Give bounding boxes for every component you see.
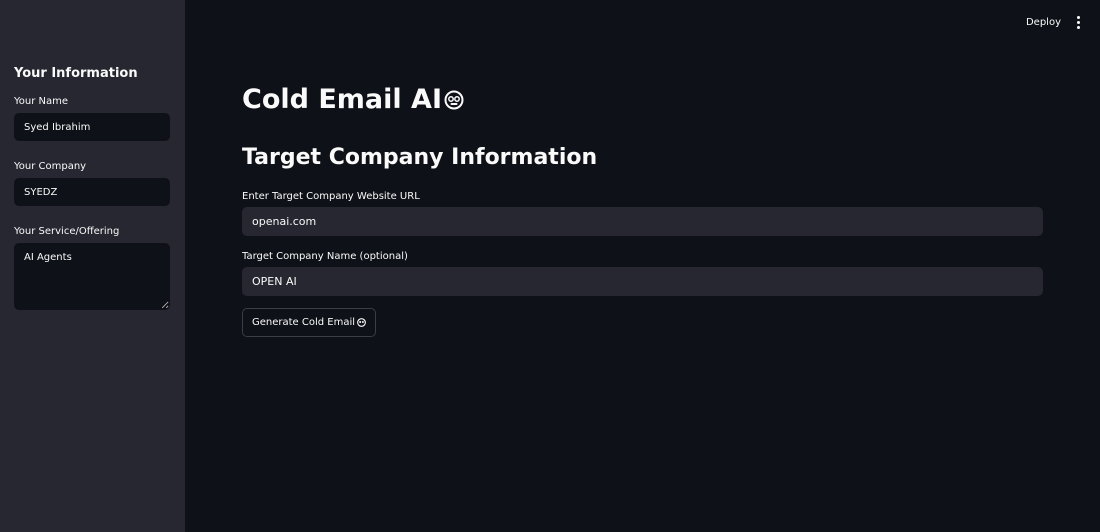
target-url-input[interactable] [242, 207, 1043, 236]
target-url-label: Enter Target Company Website URL [242, 191, 420, 202]
your-company-input[interactable] [14, 178, 170, 206]
section-title: Target Company Information [242, 145, 598, 170]
robot-icon [444, 90, 464, 109]
your-company-label: Your Company [14, 161, 87, 172]
your-service-label: Your Service/Offering [14, 226, 120, 237]
your-service-textarea[interactable]: AI Agents [14, 243, 170, 310]
generate-button-label: Generate Cold Email [252, 317, 356, 328]
generate-cold-email-button[interactable]: Generate Cold Email [242, 308, 377, 337]
sidebar: Your Information Your Name Your Company … [0, 0, 185, 532]
page-title-text: Cold Email AI [242, 84, 442, 115]
your-name-input[interactable] [14, 113, 170, 141]
header-actions: Deploy [1026, 14, 1084, 31]
robot-icon [357, 318, 366, 327]
deploy-button[interactable]: Deploy [1026, 17, 1061, 28]
vertical-ellipsis-icon[interactable] [1073, 14, 1084, 31]
page-title: Cold Email AI [242, 84, 464, 115]
target-company-name-input[interactable] [242, 267, 1043, 296]
your-name-label: Your Name [14, 96, 69, 107]
app: Your Information Your Name Your Company … [0, 0, 1100, 532]
sidebar-title: Your Information [14, 66, 138, 81]
target-company-name-label: Target Company Name (optional) [242, 251, 408, 262]
